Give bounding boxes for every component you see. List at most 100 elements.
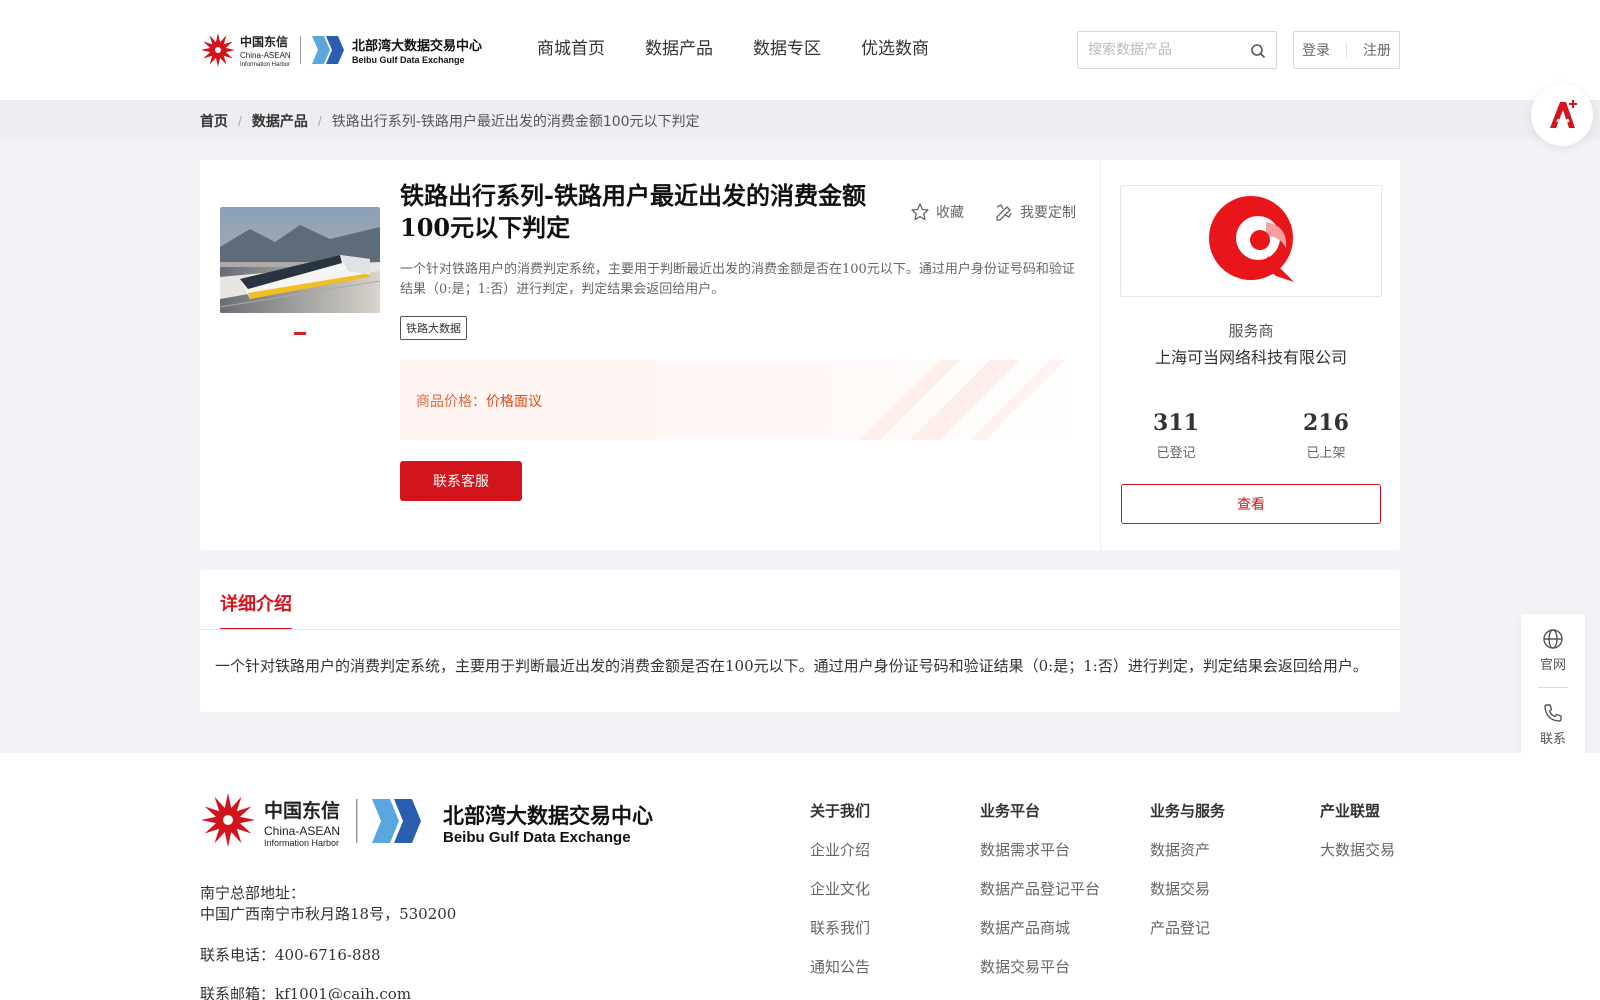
listed-stat: 216 已上架 — [1276, 410, 1376, 461]
footer-link[interactable]: 数据产品登记平台 — [980, 878, 1100, 900]
footer-email: 联系邮箱：kf1001@caih.com — [200, 985, 412, 1000]
tab-detail[interactable]: 详细介绍 — [220, 590, 292, 630]
ai-assistant-button[interactable] — [1531, 84, 1593, 146]
main-nav: 商城首页 数据产品 数据专区 优选数商 — [537, 36, 969, 62]
price-box: 商品价格：价格面议 — [400, 360, 1080, 440]
registered-label: 已登记 — [1156, 446, 1196, 461]
detail-section: 详细介绍 一个针对铁路用户的消费判定系统，主要用于判断最近出发的消费金额是否在1… — [200, 570, 1400, 712]
footer-address-value: 中国广西南宁市秋月路18号，530200 — [200, 905, 457, 923]
footer-col-title: 关于我们 — [810, 802, 871, 820]
ai-assistant-icon — [1550, 100, 1577, 128]
provider-panel: 服务商 上海可当网络科技有限公司 311 已登记 216 已上架 查看 — [1100, 160, 1400, 550]
auth-links: 登录 注册 — [1293, 31, 1400, 69]
breadcrumb-home[interactable]: 首页 — [200, 111, 228, 131]
official-site-link[interactable]: 官网 — [1521, 628, 1585, 673]
customize-button[interactable]: 我要定制 — [994, 202, 1076, 222]
login-link[interactable]: 登录 — [1302, 40, 1330, 60]
svg-text:Beibu Gulf Data Exchange: Beibu Gulf Data Exchange — [443, 829, 631, 846]
price-text: 商品价格：价格面议 — [416, 391, 542, 411]
footer-link[interactable]: 大数据交易 — [1320, 839, 1395, 861]
breadcrumb-bar: 首页 / 数据产品 / 铁路出行系列-铁路用户最近出发的消费金额100元以下判定 — [0, 100, 1600, 140]
product-tag: 铁路大数据 — [400, 316, 467, 340]
site-header: 中国东信 China-ASEAN Information Harbor 北部湾大… — [0, 0, 1600, 100]
train-image — [220, 207, 380, 313]
floating-toolbar: 官网 联系 — [1521, 614, 1585, 760]
footer-link[interactable]: 企业介绍 — [810, 839, 870, 861]
footer-phone: 联系电话：400-6716-888 — [200, 946, 381, 964]
auth-divider — [1346, 42, 1347, 58]
footer-link[interactable]: 数据资产 — [1150, 839, 1225, 861]
toolbar-divider — [1538, 687, 1568, 688]
footer-link[interactable]: 数据需求平台 — [980, 839, 1100, 861]
provider-name: 上海可当网络科技有限公司 — [1154, 348, 1347, 367]
product-panel: 铁路出行系列-铁路用户最近出发的消费金额100元以下判定 收藏 我要定制 一个针… — [200, 160, 1100, 550]
svg-text:中国东信: 中国东信 — [264, 799, 340, 822]
svg-text:北部湾大数据交易中心: 北部湾大数据交易中心 — [443, 804, 653, 828]
footer-link[interactable]: 通知公告 — [810, 956, 870, 978]
carousel-indicator[interactable] — [294, 332, 306, 335]
product-actions: 收藏 我要定制 — [910, 202, 1076, 222]
breadcrumb-current: 铁路出行系列-铁路用户最近出发的消费金额100元以下判定 — [331, 114, 700, 130]
registered-count: 311 — [1153, 410, 1199, 436]
search-icon[interactable] — [1250, 43, 1266, 59]
svg-text:北部湾大数据交易中心: 北部湾大数据交易中心 — [352, 38, 482, 54]
product-description: 一个针对铁路用户的消费判定系统，主要用于判断最近出发的消费金额是否在100元以下… — [400, 262, 1075, 297]
footer-logo: 中国东信 China-ASEAN Information Harbor 北部湾大… — [200, 791, 665, 856]
register-link[interactable]: 注册 — [1363, 40, 1391, 60]
search-box — [1077, 31, 1277, 69]
detail-text: 一个针对铁路用户的消费判定系统，主要用于判断最近出发的消费金额是否在100元以下… — [215, 657, 1368, 675]
customize-icon — [996, 204, 1012, 221]
svg-text:Beibu Gulf Data Exchange: Beibu Gulf Data Exchange — [352, 55, 465, 65]
footer-col-alliance: 产业联盟 大数据交易 — [1320, 800, 1395, 878]
nav-item-home[interactable]: 商城首页 — [537, 36, 605, 62]
footer-col-title: 业务与服务 — [1150, 802, 1226, 820]
footer-link[interactable]: 企业文化 — [810, 878, 870, 900]
footer-address-label: 南宁总部地址： — [200, 884, 306, 902]
customize-label: 我要定制 — [1020, 205, 1076, 221]
official-site-label: 官网 — [1539, 658, 1566, 673]
footer-link[interactable]: 联系我们 — [810, 917, 870, 939]
footer-address: 南宁总部地址： 中国广西南宁市秋月路18号，530200 — [200, 883, 456, 925]
favorite-label: 收藏 — [936, 205, 964, 221]
price-value: 价格面议 — [486, 394, 542, 410]
provider-role: 服务商 — [1228, 322, 1274, 340]
product-image[interactable] — [220, 207, 380, 313]
contact-link[interactable]: 联系 — [1521, 702, 1585, 747]
footer-col-title: 业务平台 — [980, 802, 1041, 820]
footer-link[interactable]: 产品登记 — [1150, 917, 1225, 939]
price-decoration — [860, 360, 1065, 440]
footer-col-services: 业务与服务 数据资产 数据交易 产品登记 — [1150, 800, 1225, 956]
breadcrumb-separator: / — [317, 113, 322, 129]
contact-service-button[interactable]: 联系客服 — [400, 461, 522, 501]
product-title: 铁路出行系列-铁路用户最近出发的消费金额100元以下判定 — [400, 181, 866, 242]
footer-col-about: 关于我们 企业介绍 企业文化 联系我们 通知公告 — [810, 800, 870, 995]
view-provider-button[interactable]: 查看 — [1121, 484, 1381, 524]
footer-col-title: 产业联盟 — [1320, 802, 1381, 820]
caih-logo-icon: 中国东信 China-ASEAN Information Harbor 北部湾大… — [201, 33, 482, 68]
footer-link[interactable]: 数据交易 — [1150, 878, 1225, 900]
site-footer: 中国东信 China-ASEAN Information Harbor 北部湾大… — [0, 753, 1600, 1000]
provider-logo-icon — [1209, 196, 1294, 282]
svg-text:Information Harbor: Information Harbor — [240, 62, 290, 68]
registered-stat: 311 已登记 — [1126, 410, 1226, 461]
nav-item-featured-vendors[interactable]: 优选数商 — [861, 36, 929, 62]
breadcrumb: 首页 / 数据产品 / 铁路出行系列-铁路用户最近出发的消费金额100元以下判定 — [200, 111, 700, 131]
footer-link[interactable]: 数据产品商城 — [980, 917, 1100, 939]
footer-col-platform: 业务平台 数据需求平台 数据产品登记平台 数据产品商城 数据交易平台 — [980, 800, 1100, 995]
svg-text:China-ASEAN: China-ASEAN — [240, 51, 291, 60]
price-label: 商品价格： — [416, 394, 486, 410]
svg-text:中国东信: 中国东信 — [240, 34, 288, 49]
search-input[interactable] — [1088, 42, 1248, 58]
site-logo[interactable]: 中国东信 China-ASEAN Information Harbor 北部湾大… — [200, 30, 500, 70]
globe-icon — [1543, 629, 1563, 649]
phone-icon — [1544, 704, 1562, 722]
breadcrumb-section[interactable]: 数据产品 — [252, 111, 308, 131]
footer-logo-icon: 中国东信 China-ASEAN Information Harbor 北部湾大… — [201, 793, 653, 848]
footer-link[interactable]: 数据交易平台 — [980, 956, 1100, 978]
nav-item-data-zone[interactable]: 数据专区 — [753, 36, 821, 62]
svg-text:Information Harbor: Information Harbor — [264, 838, 339, 848]
nav-item-data-products[interactable]: 数据产品 — [645, 36, 713, 62]
detail-divider — [200, 629, 1400, 630]
favorite-button[interactable]: 收藏 — [910, 202, 964, 222]
star-icon — [911, 203, 929, 221]
